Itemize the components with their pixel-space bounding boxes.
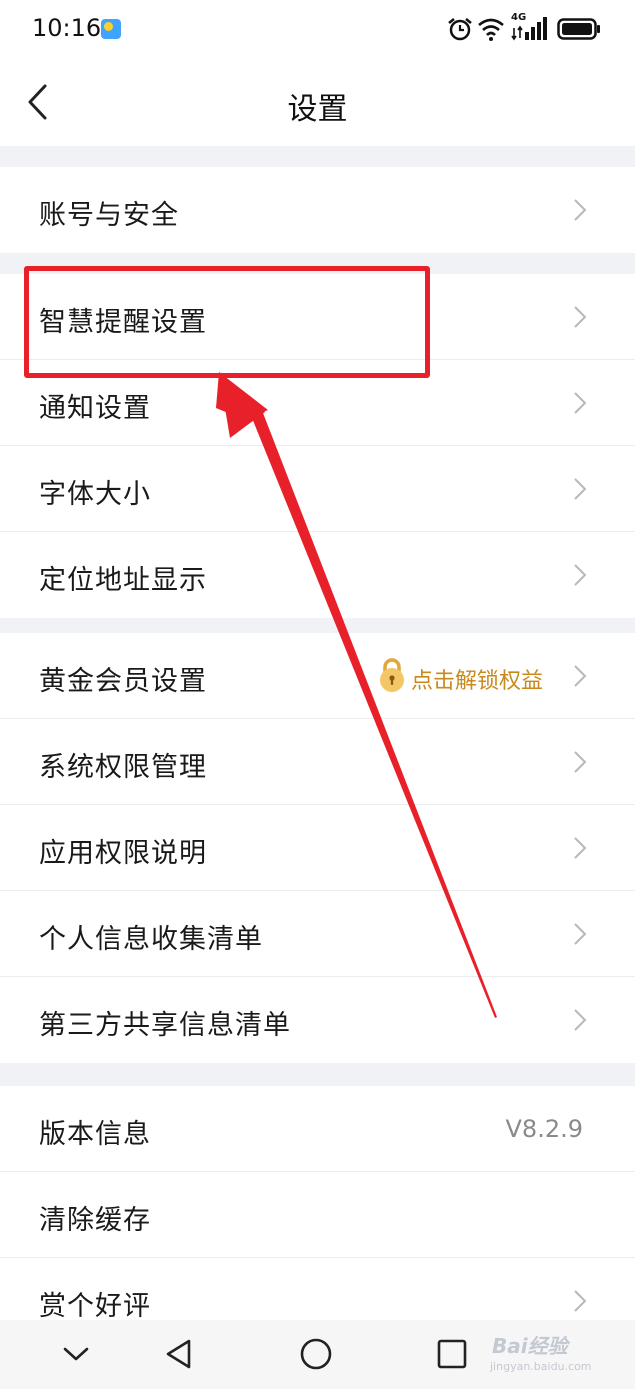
chevron-right-icon — [574, 665, 587, 687]
settings-item-label: 个人信息收集清单 — [39, 924, 263, 955]
chevron-right-icon — [574, 564, 587, 586]
settings-item-third-party-sharing[interactable]: 第三方共享信息清单 — [0, 977, 635, 1063]
settings-item-clear-cache[interactable]: 清除缓存 — [0, 1172, 635, 1258]
version-value: V8.2.9 — [505, 1115, 583, 1143]
unlock-benefits-badge[interactable]: 点击解锁权益 — [377, 657, 553, 695]
chevron-down-icon[interactable] — [58, 1336, 94, 1372]
lock-icon — [380, 658, 404, 692]
settings-section-about: 版本信息 V8.2.9 清除缓存 赏个好评 — [0, 1086, 635, 1344]
wifi-icon — [478, 18, 504, 41]
back-triangle-icon[interactable] — [160, 1336, 196, 1372]
chevron-right-icon — [574, 837, 587, 859]
baidu-jingyan-watermark: Bai经验 jingyan.baidu.com — [488, 1320, 608, 1380]
home-circle-icon[interactable] — [298, 1336, 334, 1372]
settings-item-label: 字体大小 — [39, 479, 151, 510]
unlock-benefits-text: 点击解锁权益 — [411, 669, 544, 694]
settings-item-label: 赏个好评 — [39, 1291, 151, 1322]
chevron-right-icon — [574, 1290, 587, 1312]
page-title: 设置 — [287, 92, 348, 127]
settings-section-privacy: 黄金会员设置 点击解锁权益 系统权限管理 应用权限说明 个人信息收集清单 第三方… — [0, 633, 635, 1063]
settings-item-label: 清除缓存 — [39, 1205, 151, 1236]
settings-item-label: 黄金会员设置 — [39, 666, 207, 697]
settings-item-label: 第三方共享信息清单 — [39, 1010, 291, 1041]
header: 设置 — [0, 58, 635, 146]
chevron-right-icon — [574, 392, 587, 414]
settings-item-font-size[interactable]: 字体大小 — [0, 446, 635, 532]
settings-item-label: 系统权限管理 — [39, 752, 207, 783]
weather-icon — [101, 19, 121, 39]
alarm-icon — [448, 18, 472, 41]
settings-section-account: 账号与安全 — [0, 167, 635, 253]
annotation-highlight-box — [24, 266, 430, 378]
settings-item-label: 通知设置 — [39, 393, 151, 424]
signal-icon: 4G — [511, 12, 549, 42]
settings-item-label: 定位地址显示 — [39, 565, 207, 596]
settings-item-personal-info-list[interactable]: 个人信息收集清单 — [0, 891, 635, 977]
chevron-right-icon — [574, 306, 587, 328]
status-time: 10:16 — [32, 14, 102, 42]
watermark-brand: Bai经验 — [492, 1334, 568, 1358]
battery-icon — [557, 18, 600, 40]
chevron-right-icon — [574, 1009, 587, 1031]
watermark-site: jingyan.baidu.com — [490, 1360, 592, 1373]
settings-item-label: 版本信息 — [39, 1119, 151, 1150]
settings-item-gold-member[interactable]: 黄金会员设置 点击解锁权益 — [0, 633, 635, 719]
chevron-right-icon — [574, 199, 587, 221]
chevron-right-icon — [574, 923, 587, 945]
status-bar: 10:16 4G — [0, 0, 635, 58]
settings-item-version[interactable]: 版本信息 V8.2.9 — [0, 1086, 635, 1172]
chevron-right-icon — [574, 751, 587, 773]
settings-item-system-permissions[interactable]: 系统权限管理 — [0, 719, 635, 805]
chevron-right-icon — [574, 478, 587, 500]
settings-item-app-permission-info[interactable]: 应用权限说明 — [0, 805, 635, 891]
settings-item-label: 账号与安全 — [39, 200, 179, 231]
settings-item-account-security[interactable]: 账号与安全 — [0, 167, 635, 253]
status-icons: 4G — [401, 12, 601, 44]
settings-item-label: 应用权限说明 — [39, 838, 207, 869]
recents-square-icon[interactable] — [434, 1336, 470, 1372]
settings-item-location-display[interactable]: 定位地址显示 — [0, 532, 635, 618]
